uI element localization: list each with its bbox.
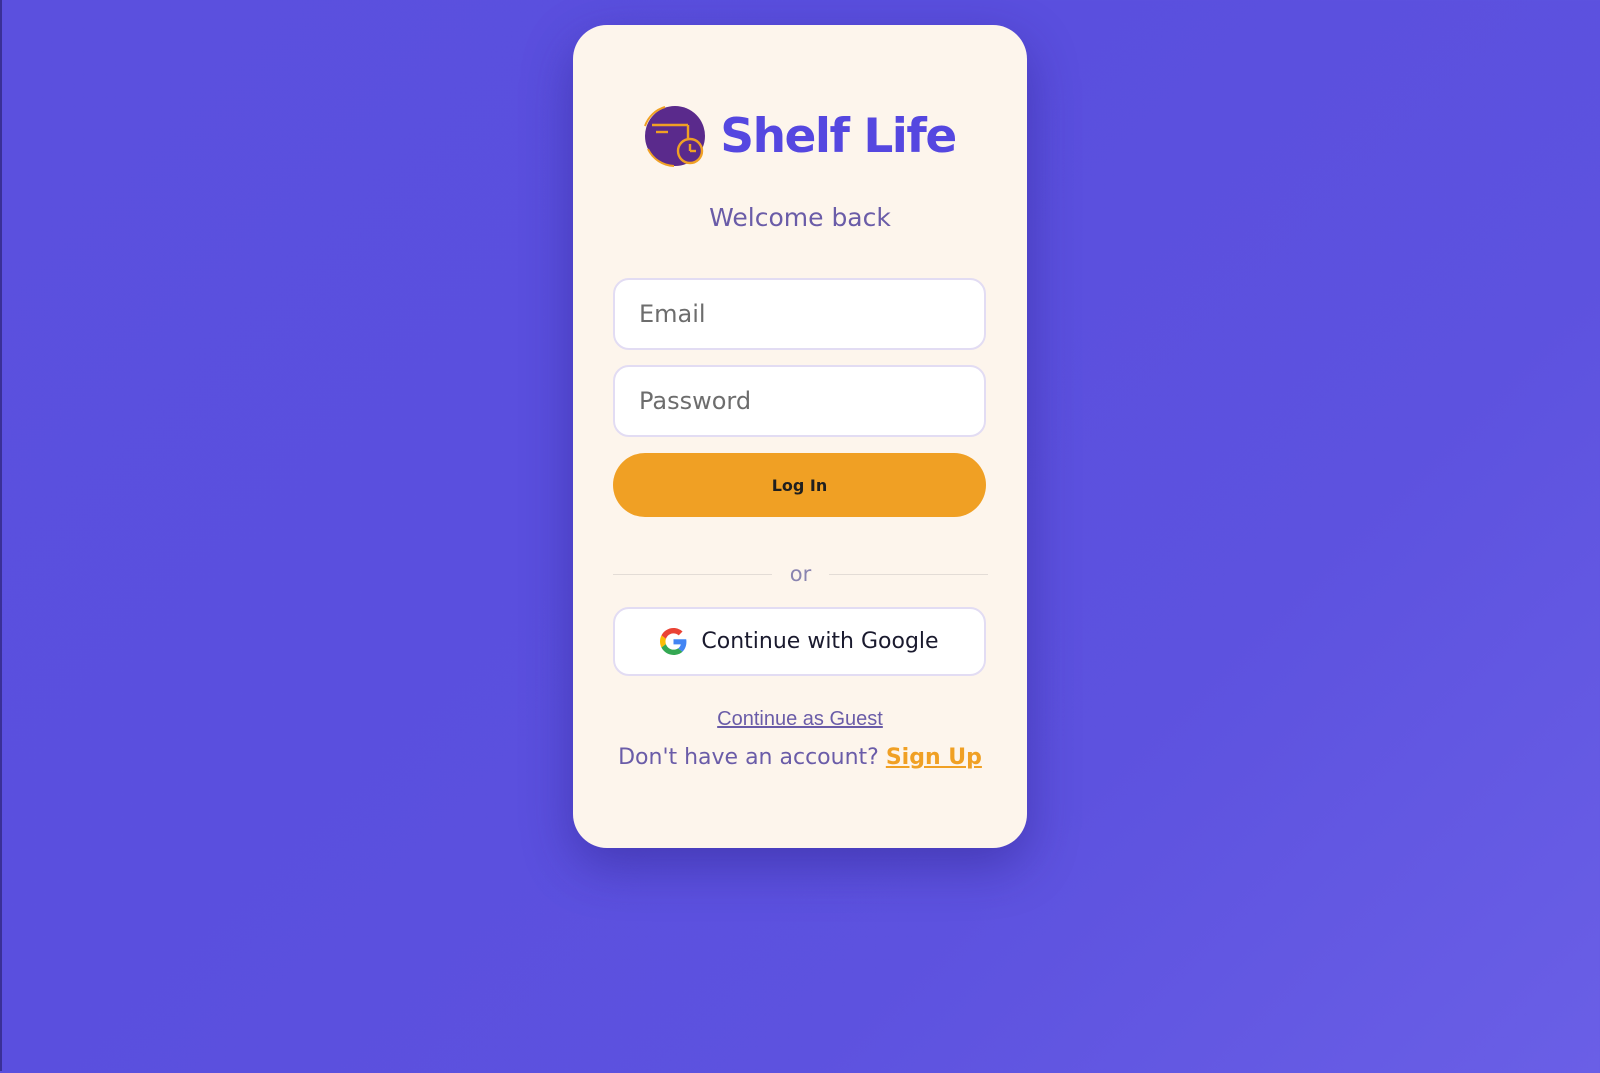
divider-line-right [829, 573, 989, 575]
google-g-icon [660, 628, 687, 655]
google-signin-button[interactable]: Continue with Google [613, 607, 986, 676]
divider-label: or [789, 562, 812, 586]
signup-link[interactable]: Sign Up [886, 745, 982, 770]
signup-row: Don't have an account? Sign Up [573, 745, 1027, 770]
shelf-clock-icon [644, 106, 706, 167]
login-button[interactable]: Log In [613, 453, 986, 517]
login-card: Shelf Life Welcome back Log In or Contin… [573, 25, 1027, 848]
email-field[interactable] [613, 278, 986, 350]
welcome-heading: Welcome back [709, 203, 891, 232]
continue-as-guest-link[interactable]: Continue as Guest [573, 708, 1027, 731]
brand-header: Shelf Life [573, 105, 1027, 167]
or-divider: or [613, 562, 989, 586]
divider-line-left [613, 573, 772, 575]
signup-prompt: Don't have an account? [618, 745, 879, 770]
brand-name: Shelf Life [720, 108, 957, 164]
google-signin-label: Continue with Google [701, 629, 939, 654]
password-field[interactable] [613, 365, 986, 437]
